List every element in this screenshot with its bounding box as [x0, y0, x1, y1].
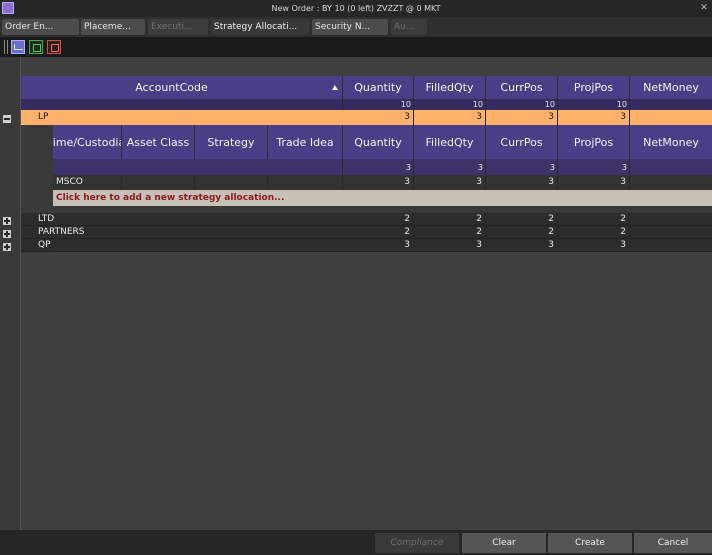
- tab-strip: Order En... Placeme... Executi... Strate…: [0, 17, 712, 37]
- ltd-quantity: 2: [343, 213, 414, 226]
- subcolumn-header-quantity[interactable]: Quantity: [343, 125, 414, 159]
- subtotal-filledqty: 3: [414, 159, 486, 175]
- row-gutter: [0, 57, 20, 530]
- subcolumn-header-prime[interactable]: Prime/Custodian: [53, 125, 122, 159]
- expand-icon[interactable]: [3, 243, 11, 251]
- sub-row-quantity[interactable]: 3: [343, 175, 414, 190]
- subcolumn-header-projpos[interactable]: ProjPos: [558, 125, 630, 159]
- column-header-accountcode[interactable]: AccountCode: [21, 76, 343, 99]
- qp-netmoney: [630, 239, 712, 252]
- tab-audit[interactable]: Au...: [391, 19, 427, 35]
- ltd-currpos: 2: [486, 213, 558, 226]
- lp-netmoney: [630, 110, 712, 125]
- create-button[interactable]: Create: [548, 533, 632, 553]
- tab-strategy-allocation[interactable]: Strategy Allocati...: [211, 19, 309, 35]
- lp-projpos: 3: [558, 110, 630, 125]
- add-row-fill[interactable]: [343, 190, 712, 206]
- account-row-ltd[interactable]: LTD: [21, 213, 343, 226]
- sub-row-prime[interactable]: MSCO: [53, 175, 122, 190]
- tab-placements[interactable]: Placeme...: [81, 19, 145, 35]
- sub-row-trade-idea[interactable]: [268, 175, 343, 190]
- sub-row-filledqty: 3: [414, 175, 486, 190]
- column-header-netmoney[interactable]: NetMoney: [630, 76, 712, 99]
- total-projpos: 10: [558, 99, 630, 110]
- allocation-grid: AccountCode Quantity FilledQty CurrPos P…: [3, 57, 712, 530]
- column-header-quantity[interactable]: Quantity: [343, 76, 414, 99]
- grid-toolbar: [0, 37, 712, 57]
- partners-projpos: 2: [558, 226, 630, 239]
- totals-row: [21, 99, 343, 110]
- toolbar-grip: [4, 40, 8, 54]
- column-header-filledqty[interactable]: FilledQty: [414, 76, 486, 99]
- ltd-projpos: 2: [558, 213, 630, 226]
- subgrid-totals-row: [53, 159, 343, 175]
- window-title: New Order : BY 10 (0 left) ZVZZT @ 0 MKT: [271, 4, 441, 13]
- qp-filledqty: 3: [414, 239, 486, 252]
- partners-filledqty: 2: [414, 226, 486, 239]
- sort-ascending-icon[interactable]: [332, 85, 338, 90]
- clear-button[interactable]: Clear: [462, 533, 546, 553]
- subcolumn-header-currpos[interactable]: CurrPos: [486, 125, 558, 159]
- title-bar: New Order : BY 10 (0 left) ZVZZT @ 0 MKT…: [0, 0, 712, 17]
- sub-row-projpos: 3: [558, 175, 630, 190]
- total-filledqty: 10: [414, 99, 486, 110]
- total-quantity: 10: [343, 99, 414, 110]
- subtotal-projpos: 3: [558, 159, 630, 175]
- sub-row-currpos: 3: [486, 175, 558, 190]
- add-strategy-allocation-row[interactable]: Click here to add a new strategy allocat…: [53, 190, 343, 206]
- qp-projpos: 3: [558, 239, 630, 252]
- ltd-filledqty: 2: [414, 213, 486, 226]
- close-icon[interactable]: ✕: [698, 0, 710, 17]
- tab-order-entry[interactable]: Order En...: [2, 19, 79, 35]
- account-row-lp[interactable]: LP: [21, 110, 343, 125]
- total-netmoney: [630, 99, 712, 110]
- qp-currpos: 3: [486, 239, 558, 252]
- account-row-qp[interactable]: QP: [21, 239, 343, 252]
- qp-quantity: 3: [343, 239, 414, 252]
- sub-row-strategy[interactable]: [195, 175, 268, 190]
- footer-bar: Compliance Clear Create Cancel: [0, 530, 712, 555]
- lp-filledqty: 3: [414, 110, 486, 125]
- lp-quantity: 3: [343, 110, 414, 125]
- partners-currpos: 2: [486, 226, 558, 239]
- sub-row-netmoney: [630, 175, 712, 190]
- tab-security-news[interactable]: Security N...: [312, 19, 388, 35]
- compliance-button[interactable]: Compliance: [375, 533, 459, 553]
- collapse-icon[interactable]: [3, 115, 11, 123]
- pdf-export-icon[interactable]: [47, 40, 61, 54]
- tab-executions[interactable]: Executi...: [148, 19, 208, 35]
- subtotal-currpos: 3: [486, 159, 558, 175]
- sub-row-asset-class[interactable]: [122, 175, 195, 190]
- cancel-button[interactable]: Cancel: [634, 533, 712, 553]
- subcolumn-header-filledqty[interactable]: FilledQty: [414, 125, 486, 159]
- lp-currpos: 3: [486, 110, 558, 125]
- ltd-netmoney: [630, 213, 712, 226]
- partners-quantity: 2: [343, 226, 414, 239]
- subcolumn-header-netmoney[interactable]: NetMoney: [630, 125, 712, 159]
- total-currpos: 10: [486, 99, 558, 110]
- partners-netmoney: [630, 226, 712, 239]
- subtotal-netmoney: [630, 159, 712, 175]
- subcolumn-header-asset-class[interactable]: Asset Class: [122, 125, 195, 159]
- expand-icon[interactable]: [3, 217, 11, 225]
- excel-export-icon[interactable]: [29, 40, 43, 54]
- grid-view-icon[interactable]: [11, 40, 25, 54]
- subcolumn-header-trade-idea[interactable]: Trade Idea: [268, 125, 343, 159]
- subtotal-quantity: 3: [343, 159, 414, 175]
- column-header-currpos[interactable]: CurrPos: [486, 76, 558, 99]
- expand-icon[interactable]: [3, 230, 11, 238]
- account-row-partners[interactable]: PARTNERS: [21, 226, 343, 239]
- subcolumn-header-strategy[interactable]: Strategy: [195, 125, 268, 159]
- column-header-projpos[interactable]: ProjPos: [558, 76, 630, 99]
- subgrid-spacer: [53, 206, 712, 213]
